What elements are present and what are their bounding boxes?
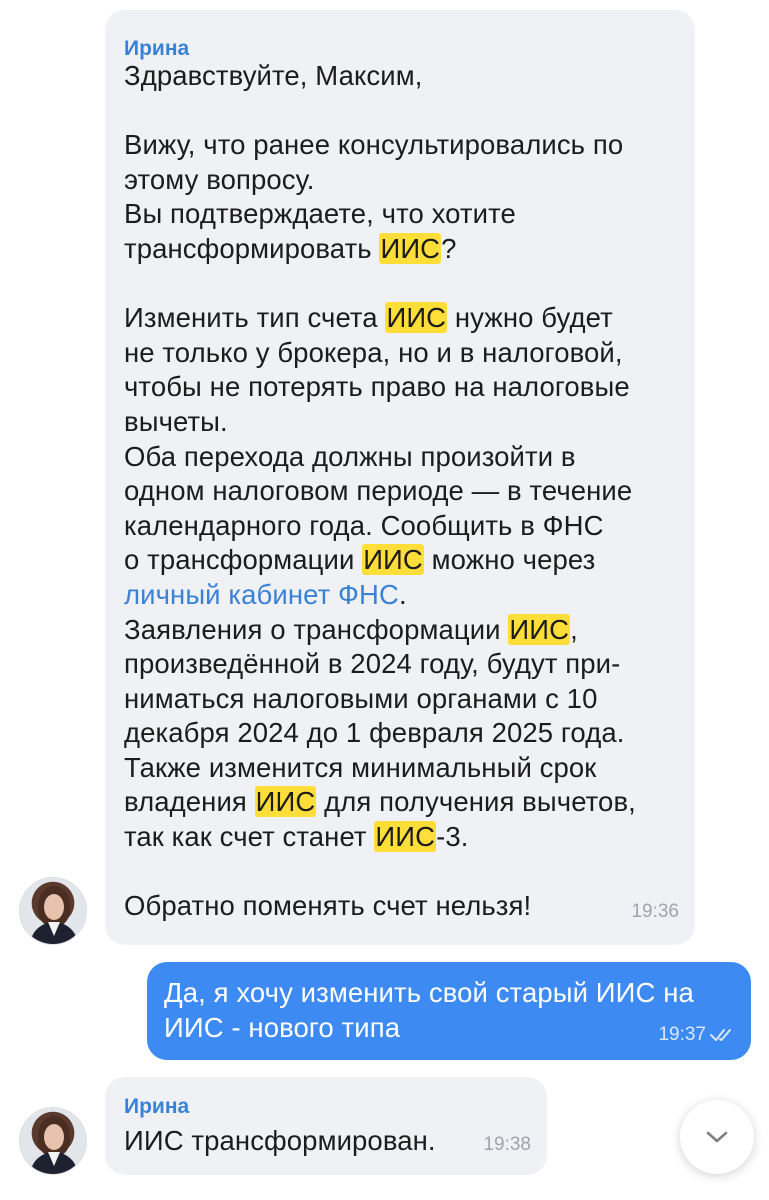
message-line: Вы подтверждаете, что хотите — [124, 197, 636, 232]
text-segment: так как счет станет — [124, 821, 375, 853]
search-highlight: ИИС — [385, 302, 448, 334]
message-text: Здравствуйте, Максим, Вижу, что ранее кон… — [124, 59, 636, 924]
message-status: 19:37 — [658, 1024, 737, 1046]
text-segment: -3. — [436, 821, 469, 853]
text-segment: . — [398, 578, 407, 610]
sender-name[interactable]: Ирина — [124, 1094, 189, 1120]
search-highlight: ИИС — [254, 786, 317, 818]
message-line: ниматься налоговыми органами с 10 — [124, 682, 636, 717]
scroll-down-button[interactable] — [680, 1100, 754, 1174]
message-line: так как счет станет ИИС-3. — [124, 820, 636, 855]
message-line: трансформировать ИИС? — [124, 232, 636, 267]
message-text: Да, я хочу изменить свой старый ИИС на И… — [164, 976, 694, 1045]
text-segment: не только у брокера, но и в налоговой, — [124, 336, 623, 368]
message-line: Вижу, что ранее консультировались по — [124, 128, 636, 163]
avatar[interactable] — [19, 877, 87, 945]
search-highlight: ИИС — [374, 821, 437, 853]
double-check-icon — [710, 1029, 731, 1041]
search-highlight: ИИС — [508, 613, 571, 645]
search-highlight: ИИС — [379, 232, 442, 264]
message-line: Обратно поменять счет нельзя! — [124, 889, 636, 924]
text-segment: одном налоговом периоде — в течение — [124, 475, 633, 507]
text-segment: ниматься налоговыми органами с 10 — [124, 682, 598, 714]
text-segment: Изменить тип счета — [124, 302, 386, 334]
message-line: Да, я хочу изменить свой старый ИИС на — [164, 977, 694, 1008]
message-line: Здравствуйте, Максим, — [124, 59, 636, 94]
message-time: 19:36 — [631, 901, 679, 922]
message-line: декабря 2024 до 1 февраля 2025 года. — [124, 716, 636, 751]
fns-cabinet-link[interactable]: личный кабинет ФНС — [124, 579, 399, 610]
outgoing-message[interactable]: Да, я хочу изменить свой старый ИИС на И… — [147, 962, 751, 1060]
avatar[interactable] — [19, 1107, 87, 1175]
message-line: календарного года. Сообщить в ФНС — [124, 509, 636, 544]
message-line: этому вопросу. — [124, 163, 636, 198]
message-line: Оба перехода должны произойти в — [124, 440, 636, 475]
message-time: 19:37 — [658, 1024, 706, 1045]
text-segment: Оба перехода должны произойти в — [124, 440, 576, 472]
text-segment: нужно будет — [447, 302, 613, 334]
message-line: одном налоговом периоде — в течение — [124, 474, 636, 509]
search-highlight: ИИС — [362, 544, 424, 576]
text-segment: для получения вычетов, — [316, 786, 636, 818]
message-line: владения ИИС для получения вычетов, — [124, 785, 636, 820]
text-segment: трансформировать — [124, 232, 380, 264]
message-line: Также изменится минимальный срок — [124, 751, 636, 786]
text-segment: Вы подтверждаете, что хотите — [124, 198, 516, 230]
chevron-down-icon — [706, 1131, 728, 1143]
message-line: ИИС трансформирован. — [124, 1125, 436, 1156]
message-line: ИИС - нового типа — [164, 1011, 401, 1043]
incoming-message[interactable]: Ирина Здравствуйте, Максим, Вижу, что ран… — [105, 10, 695, 945]
incoming-message[interactable]: Ирина ИИС трансформирован. 19:38 — [105, 1077, 547, 1175]
text-segment: владения — [124, 786, 255, 818]
message-line: произведённой в 2024 году, будут при- — [124, 647, 636, 682]
message-time: 19:38 — [483, 1134, 531, 1155]
message-line: о трансформации ИИС можно через — [124, 543, 636, 578]
message-line: чтобы не потерять право на налоговые — [124, 370, 636, 405]
text-segment: Также изменится минимальный срок — [124, 751, 597, 783]
text-segment: календарного года. Сообщить в ФНС — [124, 509, 604, 541]
message-line: личный кабинет ФНС. — [124, 578, 636, 613]
message-line: Изменить тип счета ИИС нужно будет — [124, 301, 636, 336]
message-text: ИИС трансформирован. — [124, 1124, 436, 1159]
message-line: не только у брокера, но и в налоговой, — [124, 336, 636, 371]
text-segment: можно через — [423, 544, 596, 576]
message-line: вычеты. — [124, 405, 636, 440]
text-segment: декабря 2024 до 1 февраля 2025 года. — [124, 717, 625, 749]
text-segment: Заявления о трансформации — [124, 613, 509, 645]
text-segment: чтобы не потерять право на налоговые — [124, 371, 630, 403]
text-segment: Обратно поменять счет нельзя! — [124, 890, 532, 922]
message-line: Заявления о трансформации ИИС, — [124, 613, 636, 648]
text-segment: Здравствуйте, Максим, — [124, 60, 423, 91]
text-segment: о трансформации — [124, 544, 363, 576]
text-segment: вычеты. — [124, 405, 228, 437]
text-segment: этому вопросу. — [124, 163, 315, 195]
text-segment: произведённой в 2024 году, будут при- — [124, 648, 621, 680]
text-segment: Вижу, что ранее консультировались по — [124, 129, 624, 161]
text-segment: ? — [441, 232, 457, 264]
text-segment: , — [570, 613, 578, 645]
